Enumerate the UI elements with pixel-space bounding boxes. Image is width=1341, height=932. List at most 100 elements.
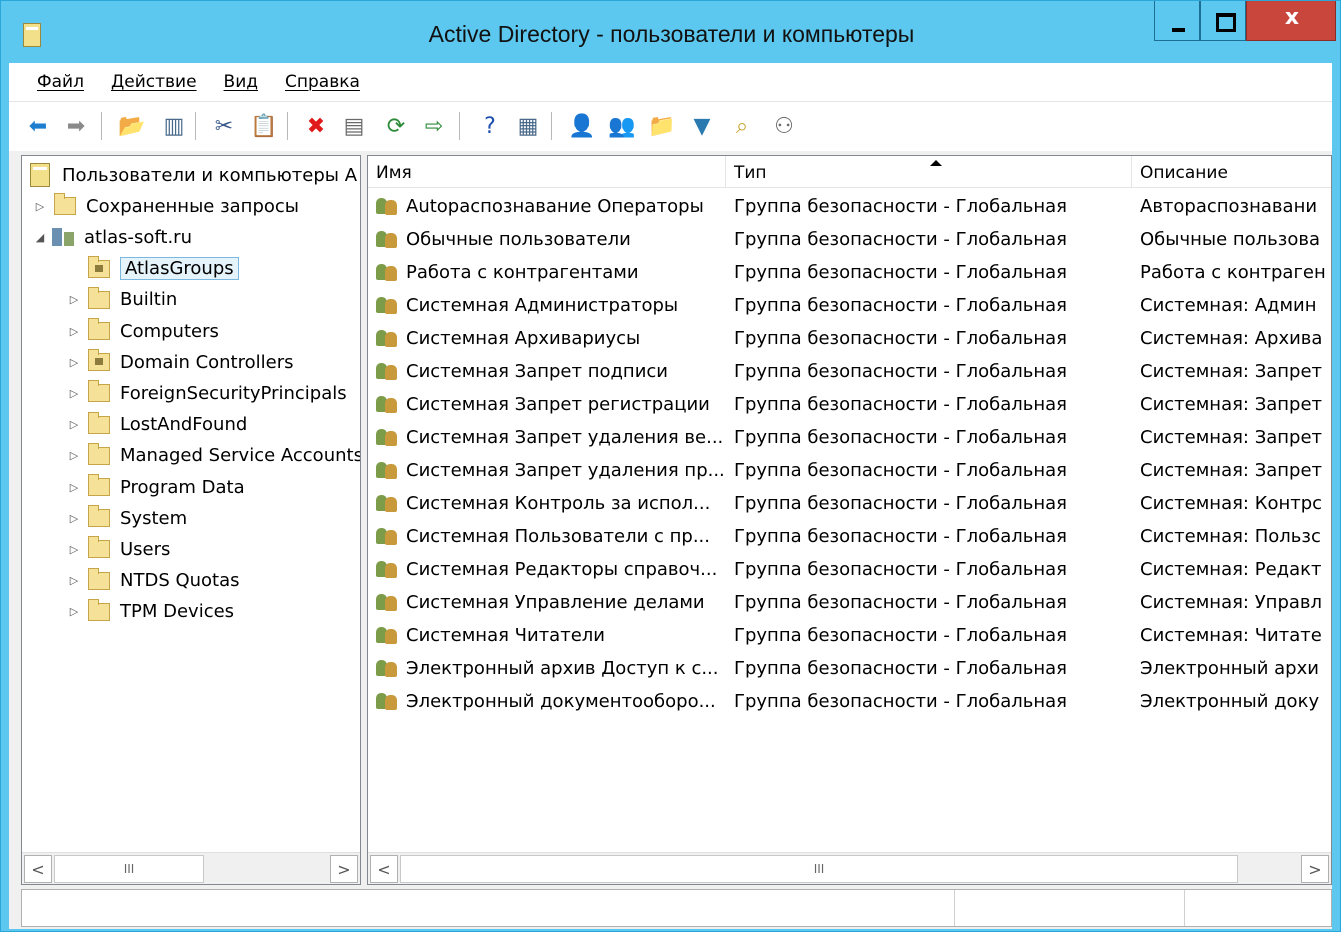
column-header-type[interactable]: Тип bbox=[726, 156, 1132, 188]
collapse-arrow-icon[interactable]: ◢ bbox=[32, 231, 48, 244]
cell-name: Autoраспознавание Операторы bbox=[406, 196, 704, 217]
properties-icon[interactable]: ▤ bbox=[339, 111, 369, 141]
maximize-button[interactable] bbox=[1200, 1, 1246, 41]
tree-item-label: LostAndFound bbox=[120, 414, 248, 436]
tree-item[interactable]: ▷ Program Data bbox=[66, 472, 245, 502]
ou-folder-icon bbox=[88, 349, 110, 372]
scroll-right-button[interactable]: > bbox=[330, 855, 358, 883]
tree-item[interactable]: ▷ Computers bbox=[66, 316, 219, 346]
expand-arrow-icon[interactable]: ▷ bbox=[66, 356, 82, 369]
menu-help[interactable]: Справка bbox=[285, 72, 360, 92]
expand-arrow-icon[interactable]: ▷ bbox=[66, 605, 82, 618]
action-pane-icon[interactable]: ▦ bbox=[513, 111, 543, 141]
list-item[interactable]: Системная Запрет удаления пр... Группа бе… bbox=[368, 454, 1331, 487]
list-item[interactable]: Работа с контрагентами Группа безопасност… bbox=[368, 256, 1331, 289]
cell-type: Группа безопасности - Глобальная bbox=[734, 262, 1067, 283]
tree-item[interactable]: ▷ ForeignSecurityPrincipals bbox=[66, 378, 347, 408]
expand-arrow-icon[interactable]: ▷ bbox=[66, 543, 82, 556]
paste-icon[interactable]: 📋 bbox=[249, 111, 279, 141]
forward-arrow-icon[interactable]: ➡ bbox=[61, 111, 91, 141]
tree-item[interactable]: ▷ System bbox=[66, 503, 187, 533]
tree-item[interactable]: ▷ TPM Devices bbox=[66, 597, 234, 627]
cell-description: Системная: Запрет bbox=[1140, 394, 1323, 415]
list-horizontal-scrollbar[interactable]: < III > bbox=[368, 852, 1331, 884]
expand-arrow-icon[interactable]: ▷ bbox=[66, 574, 82, 587]
list-item[interactable]: Системная Запрет подписи Группа безопасно… bbox=[368, 355, 1331, 388]
expand-arrow-icon[interactable]: ▷ bbox=[66, 418, 82, 431]
tree-item[interactable]: ▷ Managed Service Accounts bbox=[66, 441, 360, 471]
refresh-icon[interactable]: ⟳ bbox=[381, 111, 411, 141]
expand-arrow-icon[interactable]: ▷ bbox=[66, 387, 82, 400]
security-group-icon bbox=[376, 526, 400, 546]
list-item[interactable]: Системная Запрет регистрации Группа безоп… bbox=[368, 388, 1331, 421]
security-group-icon bbox=[376, 229, 400, 249]
tree-item[interactable]: ▷ Builtin bbox=[66, 285, 177, 315]
find-icon[interactable]: ⌕ bbox=[727, 111, 757, 141]
filter-icon[interactable]: ▼ bbox=[687, 111, 717, 141]
details-list[interactable]: Имя Тип Описание < III > Autoраспознаван… bbox=[367, 155, 1332, 885]
list-item[interactable]: Электронный архив Доступ к с... Группа бе… bbox=[368, 652, 1331, 685]
show-console-tree-icon[interactable]: ▥ bbox=[159, 111, 189, 141]
tree-item[interactable]: ▷ NTDS Quotas bbox=[66, 566, 240, 596]
console-tree[interactable]: < III > Пользователи и компьютеры А ▷ Сохр… bbox=[21, 155, 361, 885]
column-header-description[interactable]: Описание bbox=[1132, 156, 1331, 188]
list-item[interactable]: Обычные пользователи Группа безопасности … bbox=[368, 223, 1331, 256]
help-icon[interactable]: ? bbox=[475, 111, 505, 141]
list-item[interactable]: Системная Читатели Группа безопасности - … bbox=[368, 619, 1331, 652]
back-arrow-icon[interactable]: ⬅ bbox=[23, 111, 53, 141]
list-item[interactable]: Системная Запрет удаления ве... Группа бе… bbox=[368, 421, 1331, 454]
list-item[interactable]: Системная Архивариусы Группа безопасности… bbox=[368, 322, 1331, 355]
minimize-button[interactable] bbox=[1154, 1, 1200, 41]
cut-icon[interactable]: ✂ bbox=[209, 111, 239, 141]
up-folder-icon[interactable]: 📂 bbox=[117, 111, 147, 141]
scroll-left-button[interactable]: < bbox=[370, 855, 398, 883]
tree-item[interactable]: ▷ Domain Controllers bbox=[66, 347, 294, 377]
tree-item[interactable]: ▷ Сохраненные запросы bbox=[32, 191, 299, 221]
cell-type: Группа безопасности - Глобальная bbox=[734, 526, 1067, 547]
close-button[interactable] bbox=[1246, 1, 1337, 41]
delete-icon[interactable]: ✖ bbox=[301, 111, 331, 141]
tree-item-label: NTDS Quotas bbox=[120, 570, 240, 592]
tree-item[interactable]: ▷ LostAndFound bbox=[66, 410, 247, 440]
folder-icon bbox=[88, 411, 110, 434]
menu-view[interactable]: Вид bbox=[224, 72, 258, 92]
tree-item-label: atlas-soft.ru bbox=[84, 226, 192, 248]
tree-item[interactable]: ▷ Users bbox=[66, 534, 170, 564]
folder-icon bbox=[88, 567, 110, 590]
security-group-icon bbox=[376, 196, 400, 216]
cell-description: Системная: Редакт bbox=[1140, 559, 1322, 580]
list-item[interactable]: Системная Контроль за испол... Группа без… bbox=[368, 487, 1331, 520]
add-to-group-icon[interactable]: ⚇ bbox=[769, 111, 799, 141]
expand-arrow-icon[interactable]: ▷ bbox=[66, 293, 82, 306]
title-bar[interactable]: Active Directory - пользователи и компью… bbox=[1, 1, 1341, 63]
tree-item[interactable]: Пользователи и компьютеры А bbox=[30, 160, 357, 190]
expand-arrow-icon[interactable]: ▷ bbox=[66, 512, 82, 525]
list-item[interactable]: Электронный документооборо... Группа безо… bbox=[368, 685, 1331, 718]
export-list-icon[interactable]: ⇨ bbox=[419, 111, 449, 141]
new-group-icon[interactable]: 👥 bbox=[607, 111, 637, 141]
list-item[interactable]: Системная Управление делами Группа безопа… bbox=[368, 586, 1331, 619]
menu-file[interactable]: Файл bbox=[37, 72, 84, 92]
column-header-name[interactable]: Имя bbox=[368, 156, 726, 188]
tree-horizontal-scrollbar[interactable]: < III > bbox=[22, 852, 360, 884]
menu-action[interactable]: Действие bbox=[111, 72, 197, 92]
new-ou-icon[interactable]: 📁 bbox=[647, 111, 677, 141]
expand-arrow-icon[interactable]: ▷ bbox=[66, 481, 82, 494]
list-item[interactable]: Системная Администраторы Группа безопасно… bbox=[368, 289, 1331, 322]
scroll-right-button[interactable]: > bbox=[1301, 855, 1329, 883]
scroll-thumb[interactable]: III bbox=[400, 855, 1238, 883]
expand-arrow-icon[interactable]: ▷ bbox=[32, 200, 48, 213]
scroll-thumb[interactable]: III bbox=[54, 855, 204, 883]
security-group-icon bbox=[376, 625, 400, 645]
new-user-icon[interactable]: 👤 bbox=[567, 111, 597, 141]
tree-item[interactable]: AtlasGroups bbox=[66, 254, 239, 284]
scroll-left-button[interactable]: < bbox=[24, 855, 52, 883]
list-item[interactable]: Autoраспознавание Операторы Группа безопа… bbox=[368, 190, 1331, 223]
tree-item[interactable]: ◢ atlas-soft.ru bbox=[32, 222, 192, 252]
tree-item-label: Сохраненные запросы bbox=[86, 195, 299, 217]
expand-arrow-icon[interactable]: ▷ bbox=[66, 449, 82, 462]
list-item[interactable]: Системная Пользователи с пр... Группа без… bbox=[368, 520, 1331, 553]
security-group-icon bbox=[376, 691, 400, 711]
list-item[interactable]: Системная Редакторы справоч... Группа без… bbox=[368, 553, 1331, 586]
expand-arrow-icon[interactable]: ▷ bbox=[66, 325, 82, 338]
